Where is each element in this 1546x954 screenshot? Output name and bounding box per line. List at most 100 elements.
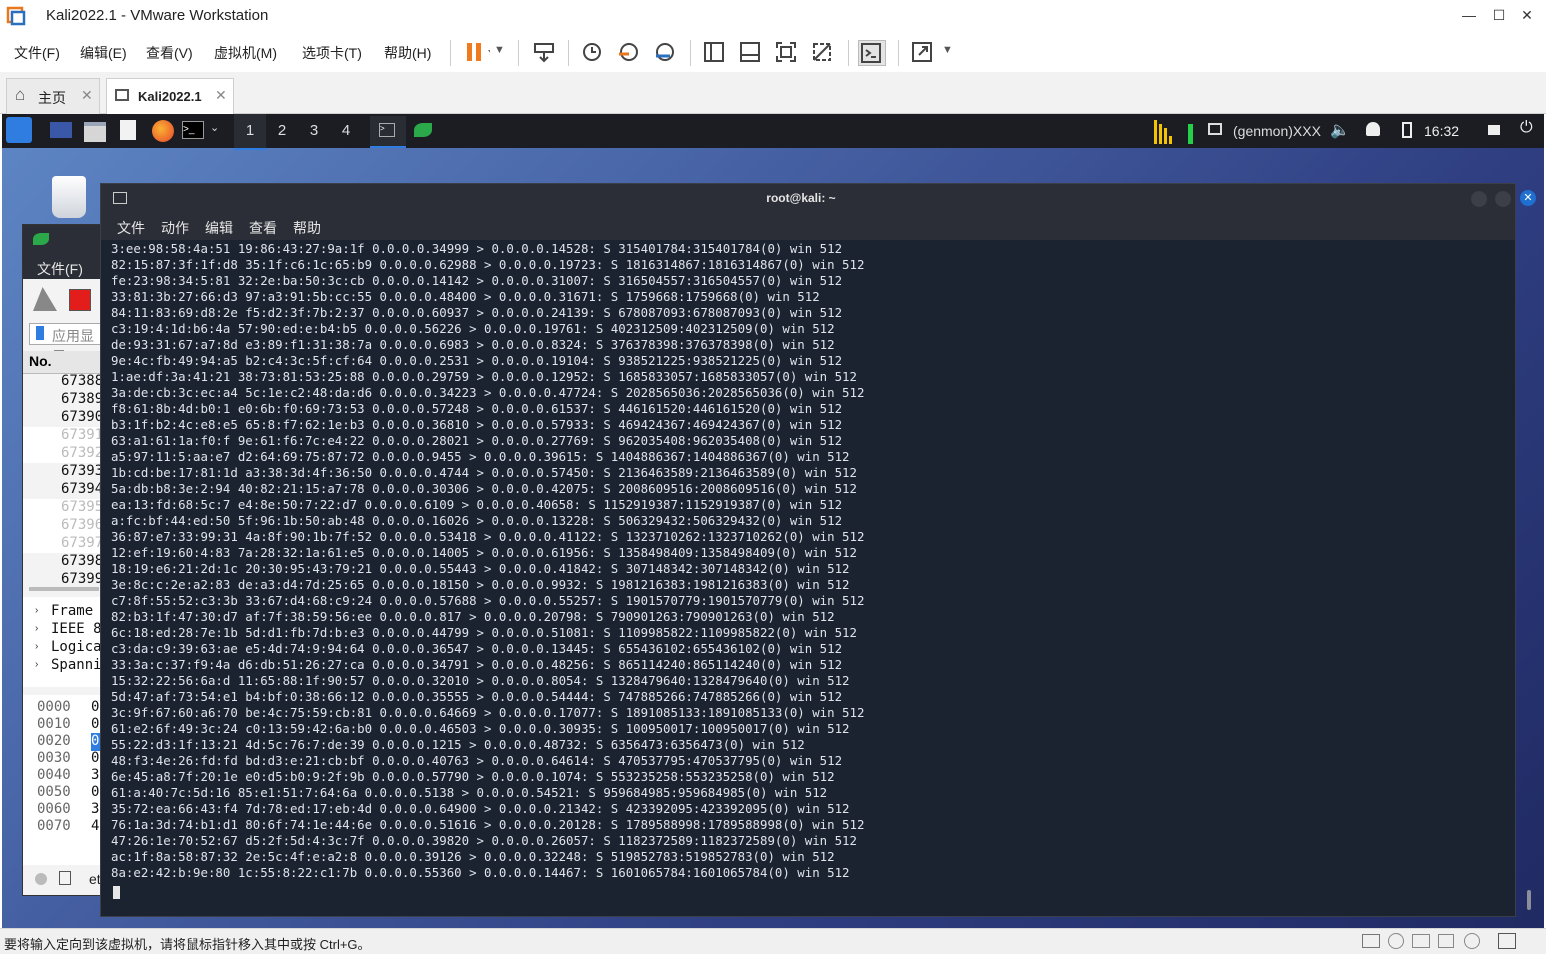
workspace-2[interactable]: 2 (266, 114, 298, 148)
hard-disk-icon[interactable] (1362, 934, 1380, 948)
minimize-button[interactable]: — (1454, 4, 1484, 26)
wireshark-taskbar-icon[interactable] (414, 123, 432, 137)
terminal-menu-view[interactable]: 查看 (249, 218, 277, 238)
terminal-scrollbar[interactable] (1527, 890, 1531, 910)
sidebar-toggle-icon[interactable] (702, 40, 728, 64)
menu-vm[interactable]: 虚拟机(M) (214, 43, 277, 63)
trash-icon[interactable] (52, 176, 86, 218)
file-manager-icon[interactable] (84, 122, 106, 142)
packet-row[interactable]: 67389 (23, 391, 103, 409)
minimize-terminal-button[interactable] (1471, 191, 1487, 207)
menu-edit[interactable]: 编辑(E) (80, 43, 127, 63)
revert-snapshot-icon[interactable] (616, 40, 642, 64)
send-ctrl-alt-del-icon[interactable] (532, 40, 558, 64)
ws-menu-file[interactable]: 文件(F) (37, 259, 83, 279)
terminal-line: 6e:45:a8:7f:20:1e e0:d5:b0:9:2f:9b 0.0.0… (111, 769, 835, 784)
packet-row[interactable]: 67391 (23, 427, 103, 445)
stretch-view-icon[interactable] (910, 40, 936, 64)
packet-row[interactable]: 67388 (23, 373, 103, 391)
packet-row[interactable]: 67397 (23, 535, 103, 553)
terminal-output[interactable]: 3:ee:98:58:4a:51 19:86:43:27:9a:1f 0.0.0… (111, 241, 1507, 901)
close-tab-icon[interactable]: ✕ (215, 87, 227, 104)
text-editor-icon[interactable] (120, 120, 136, 140)
packet-row[interactable]: 67392 (23, 445, 103, 463)
terminal-line: 84:11:83:69:d8:2e f5:d2:3f:7b:2:37 0.0.0… (111, 305, 843, 320)
power-icon[interactable]: ⏻ (1520, 119, 1533, 137)
close-terminal-button[interactable]: ✕ (1520, 190, 1536, 206)
workspace-1[interactable]: 1 (234, 114, 266, 150)
maximize-button[interactable]: ☐ (1484, 4, 1514, 26)
pause-icon[interactable] (464, 40, 494, 64)
expand-arrow-icon[interactable]: › (35, 605, 38, 616)
packet-list[interactable]: 67388 67389 67390 67391 67392 67393 67394 67395… (23, 373, 103, 589)
expand-arrow-icon[interactable]: › (35, 623, 38, 634)
terminal-menu-help[interactable]: 帮助 (293, 218, 321, 238)
terminal-line: 47:26:1e:70:52:67 d5:2f:5d:4:3c:7f 0.0.0… (111, 833, 857, 848)
close-tab-icon[interactable]: ✕ (81, 87, 93, 104)
menu-file[interactable]: 文件(F) (14, 43, 60, 63)
packet-row[interactable]: 67395 (23, 499, 103, 517)
lock-icon[interactable] (1488, 125, 1500, 135)
terminal-launcher-icon[interactable]: >_ (182, 121, 204, 139)
notification-bell-icon[interactable] (1366, 122, 1380, 136)
terminal-menu-edit[interactable]: 编辑 (205, 218, 233, 238)
volume-icon[interactable]: 🔈 (1330, 120, 1350, 140)
chevron-down-icon[interactable]: ▼ (494, 44, 505, 56)
packet-row[interactable]: 67394 (23, 481, 103, 499)
console-view-icon[interactable] (858, 40, 886, 66)
packet-row[interactable]: 67390 (23, 409, 103, 427)
genmon-label[interactable]: (genmon)XXX (1233, 123, 1321, 139)
firefox-icon[interactable] (152, 120, 174, 142)
menu-view[interactable]: 查看(V) (146, 43, 193, 63)
terminal-line: ac:1f:8a:58:87:32 2e:5c:4f:e:a2:8 0.0.0.… (111, 849, 835, 864)
show-desktop-icon[interactable] (50, 122, 72, 138)
column-header[interactable]: No. (23, 351, 103, 374)
message-log-icon[interactable] (1498, 933, 1516, 949)
unity-mode-icon[interactable] (810, 40, 836, 64)
packet-row[interactable]: 67393 (23, 463, 103, 481)
close-button[interactable]: ✕ (1512, 4, 1542, 26)
tab-kali[interactable]: Kali2022.1 ✕ (106, 78, 234, 114)
terminal-line: 15:32:22:56:6a:d 11:65:88:1f:90:57 0.0.0… (111, 673, 850, 688)
sound-card-icon[interactable] (1464, 933, 1480, 949)
tab-home[interactable]: ⌂ 主页 ✕ (6, 78, 100, 114)
menu-tabs[interactable]: 选项卡(T) (302, 43, 362, 63)
network-adapter-icon[interactable] (1412, 934, 1430, 948)
packet-row[interactable]: 67398 (23, 553, 103, 571)
chevron-down-icon[interactable]: ⌄ (210, 121, 219, 134)
terminal-menu-actions[interactable]: 动作 (161, 218, 189, 238)
stop-capture-icon[interactable] (69, 289, 91, 311)
clock[interactable]: 16:32 (1424, 123, 1459, 139)
expand-arrow-icon[interactable]: › (35, 641, 38, 652)
workspace-3[interactable]: 3 (298, 114, 330, 148)
vm-display[interactable]: >_ ⌄ 1 2 3 4 > (genmon)XXX 🔈 16:32 ⏻ 文件(… (2, 114, 1544, 928)
edit-comment-icon[interactable] (59, 871, 71, 885)
packet-bytes[interactable]: 0000010010030020000030030040330050000060… (23, 695, 108, 865)
shark-fin-icon[interactable] (33, 287, 57, 311)
battery-icon[interactable] (1402, 122, 1412, 138)
packet-list-scrollbar[interactable] (29, 587, 99, 591)
wireshark-window[interactable]: 文件(F) 应用显示 No. 6738867389673906739167392… (22, 224, 108, 896)
chevron-down-icon[interactable]: ▼ (942, 44, 953, 56)
taskbar-terminal[interactable]: > (370, 116, 406, 148)
workspace-4[interactable]: 4 (330, 114, 362, 148)
kali-menu-icon[interactable] (6, 117, 32, 143)
display-filter-input[interactable]: 应用显示 (29, 323, 103, 364)
menu-help[interactable]: 帮助(H) (384, 43, 431, 63)
snapshot-icon[interactable] (580, 40, 606, 64)
terminal-line: f8:61:8b:4d:b0:1 e0:6b:f0:69:73:53 0.0.0… (111, 401, 843, 416)
terminal-icon: > (379, 123, 395, 137)
full-screen-icon[interactable] (774, 40, 800, 64)
snapshot-manager-icon[interactable] (652, 40, 678, 64)
maximize-terminal-button[interactable] (1495, 191, 1511, 207)
terminal-window[interactable]: root@kali: ~ 文件 动作 编辑 查看 帮助 3:ee:98:58:4… (100, 183, 1531, 917)
cd-dvd-icon[interactable] (1388, 933, 1404, 949)
packet-details[interactable]: Frame › IEEE 8 › Logica › Spanni › (23, 597, 103, 687)
usb-device-icon[interactable] (1438, 934, 1454, 948)
thumbnail-bar-icon[interactable] (738, 40, 764, 64)
terminal-menu-file[interactable]: 文件 (117, 218, 145, 238)
terminal-line: 18:19:e6:21:2d:1c 20:30:95:43:79:21 0.0.… (111, 561, 850, 576)
expand-arrow-icon[interactable]: › (35, 659, 38, 670)
packet-row[interactable]: 67396 (23, 517, 103, 535)
terminal-titlebar[interactable]: root@kali: ~ (101, 184, 1515, 214)
